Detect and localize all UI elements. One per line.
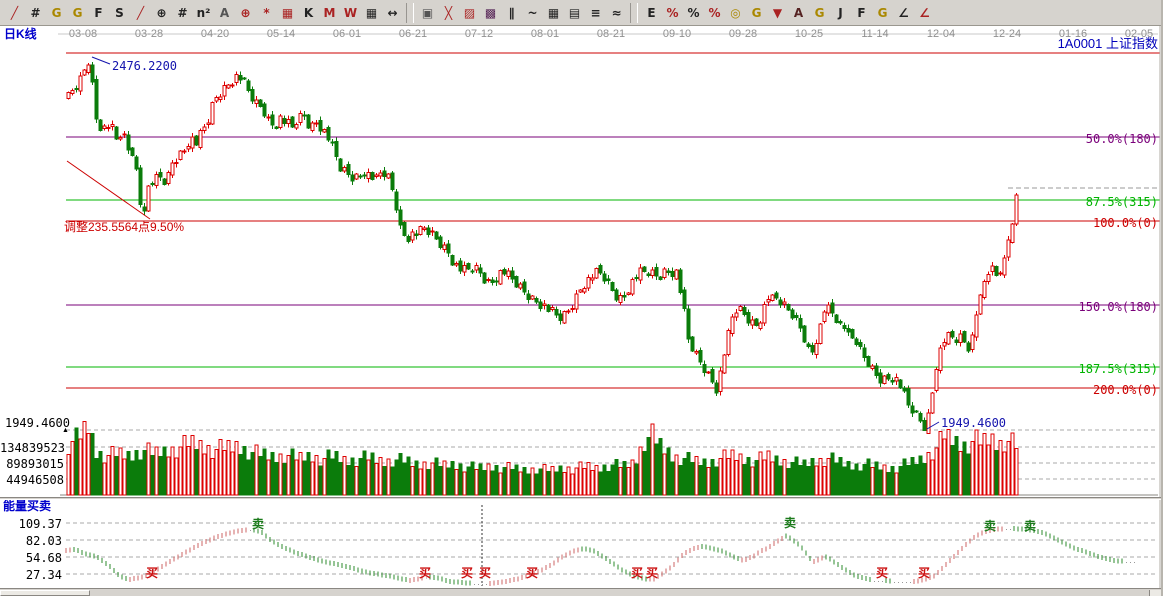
scrollbar-right-button[interactable]	[1149, 590, 1161, 596]
buy-signal: 买	[146, 564, 158, 581]
price-min-marker-icon: ▲	[62, 425, 69, 437]
sell-signal: 卖	[252, 515, 264, 532]
buy-signal: 买	[479, 564, 491, 581]
oscillator-scale-label: 27.34	[0, 568, 62, 582]
date-tick: 03-28	[129, 28, 169, 40]
sell-signal: 卖	[1024, 517, 1036, 534]
chart-canvas[interactable]	[0, 0, 1163, 596]
stock-chart-window: ╱#GGFS╱⊕#n²A⊕*▦KMW▦↔▣╳▨▩∥~▦▤≡≈E%%%◎G▼AGJ…	[0, 0, 1163, 596]
volume-scale-label: 89893015	[0, 457, 64, 471]
fib-level-label: 150.0%(180)	[1020, 300, 1158, 314]
oscillator-scale-label: 82.03	[0, 534, 62, 548]
fib-level-label: 87.5%(315)	[1020, 195, 1158, 209]
oscillator-title: 能量买卖	[3, 500, 51, 512]
date-tick: 06-21	[393, 28, 433, 40]
sell-signal: 卖	[984, 517, 996, 534]
fib-level-label: 50.0%(180)	[1020, 132, 1158, 146]
high-annotation: 2476.2200	[112, 59, 177, 73]
date-tick: 05-14	[261, 28, 301, 40]
date-tick: 11-14	[855, 28, 895, 40]
date-tick: 03-08	[63, 28, 103, 40]
date-tick: 10-25	[789, 28, 829, 40]
fib-level-label: 200.0%(0)	[1020, 383, 1158, 397]
fib-level-label: 187.5%(315)	[1020, 362, 1158, 376]
date-tick: 08-21	[591, 28, 631, 40]
pane-divider[interactable]	[0, 497, 1161, 500]
buy-signal: 买	[646, 564, 658, 581]
price-min-label: 1949.4600	[0, 416, 70, 430]
date-tick: 02-05	[1119, 28, 1159, 40]
date-tick: 09-10	[657, 28, 697, 40]
buy-signal: 买	[419, 564, 431, 581]
horizontal-scrollbar[interactable]	[0, 590, 1161, 596]
buy-signal: 买	[918, 564, 930, 581]
buy-signal: 买	[876, 564, 888, 581]
retracement-annotation: 调整235.5564点9.50%	[64, 221, 184, 233]
oscillator-scale-label: 109.37	[0, 517, 62, 531]
volume-scale-label: 44946508	[0, 473, 64, 487]
date-tick: 04-20	[195, 28, 235, 40]
fib-level-label: 100.0%(0)	[1020, 216, 1158, 230]
date-tick: 12-24	[987, 28, 1027, 40]
buy-signal: 买	[461, 564, 473, 581]
oscillator-scale-label: 54.68	[0, 551, 62, 565]
low-annotation: 1949.4600	[941, 416, 1006, 430]
date-tick: 09-28	[723, 28, 763, 40]
date-tick: 07-12	[459, 28, 499, 40]
sell-signal: 卖	[784, 514, 796, 531]
volume-scale-label: 134839523	[0, 441, 64, 455]
date-tick: 12-04	[921, 28, 961, 40]
buy-signal: 买	[631, 564, 643, 581]
chart-period-label: 日K线	[4, 28, 37, 40]
date-tick: 08-01	[525, 28, 565, 40]
date-tick: 06-01	[327, 28, 367, 40]
date-tick: 01-16	[1053, 28, 1093, 40]
buy-signal: 买	[526, 564, 538, 581]
scrollbar-thumb[interactable]	[0, 590, 90, 596]
